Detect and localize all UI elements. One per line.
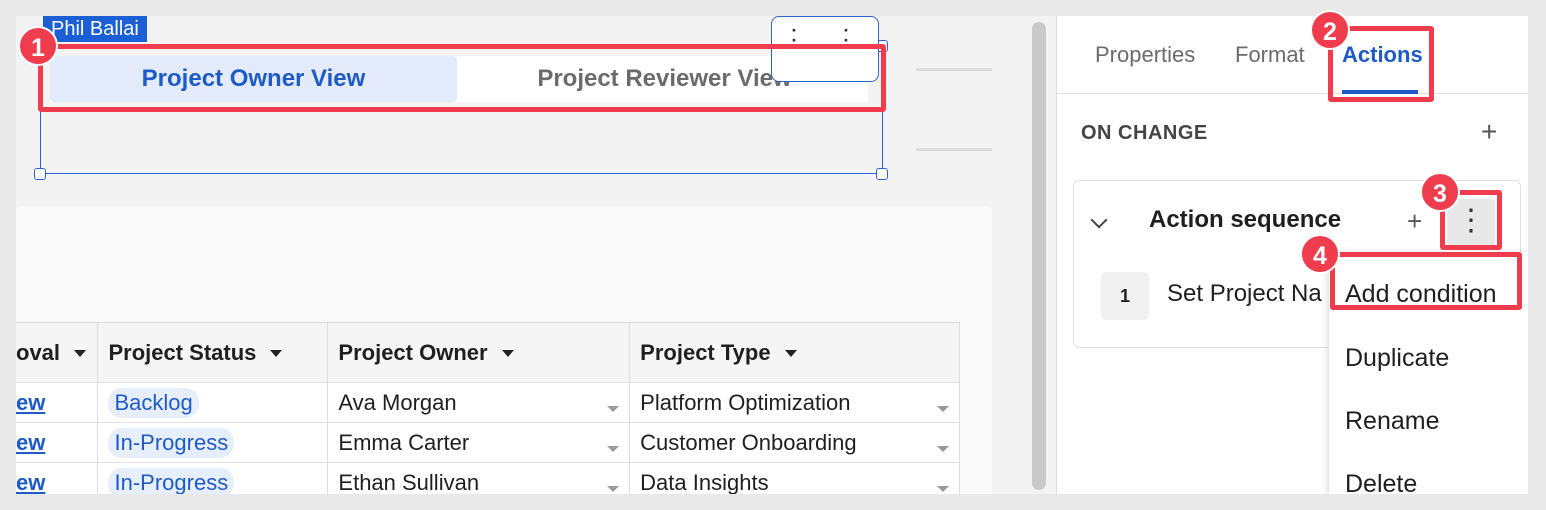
- status-badge: In-Progress: [108, 427, 235, 458]
- owner-cell[interactable]: Ethan Sullivan: [327, 462, 631, 494]
- owner-cell[interactable]: Ava Morgan: [327, 382, 631, 423]
- placeholder-line: [916, 148, 992, 151]
- table-row: ew Backlog Ava Morgan Platform Optimizat…: [16, 382, 960, 423]
- review-link[interactable]: ew: [16, 470, 45, 494]
- resize-handle-br[interactable]: [876, 168, 888, 180]
- status-badge: Backlog: [108, 387, 199, 418]
- annotation-badge-3: 3: [1420, 172, 1460, 212]
- chevron-down-icon[interactable]: [607, 445, 620, 452]
- annotation-box-4: [1330, 252, 1522, 310]
- add-step-icon[interactable]: +: [1407, 206, 1422, 237]
- vertical-scrollbar[interactable]: [1032, 22, 1046, 490]
- panel-tabs: Properties Format Actions: [1057, 16, 1528, 94]
- type-cell[interactable]: Platform Optimization: [629, 382, 960, 423]
- chevron-down-icon[interactable]: [607, 485, 620, 492]
- menu-item-rename[interactable]: Rename: [1345, 407, 1440, 436]
- column-header[interactable]: Project Status: [97, 322, 329, 383]
- status-badge: In-Progress: [108, 467, 235, 494]
- type-cell[interactable]: Data Insights: [629, 462, 960, 494]
- owner-cell[interactable]: Emma Carter: [327, 422, 631, 463]
- review-link[interactable]: ew: [16, 430, 45, 455]
- column-header[interactable]: Project Type: [629, 322, 960, 383]
- review-link[interactable]: ew: [16, 390, 45, 415]
- annotation-badge-1: 1: [18, 26, 58, 66]
- column-header[interactable]: Project Owner: [327, 322, 631, 383]
- placeholder-line: [916, 68, 992, 71]
- annotation-badge-2: 2: [1310, 10, 1350, 50]
- annotation-box-1: [38, 44, 886, 112]
- action-sequence-title: Action sequence: [1149, 206, 1342, 233]
- sort-caret-icon[interactable]: [270, 350, 283, 358]
- menu-item-duplicate[interactable]: Duplicate: [1345, 344, 1449, 373]
- sort-caret-icon[interactable]: [501, 350, 514, 358]
- chevron-down-icon[interactable]: [937, 485, 949, 492]
- chevron-down-icon[interactable]: [607, 405, 620, 412]
- type-cell[interactable]: Customer Onboarding: [629, 422, 960, 463]
- tab-format[interactable]: Format: [1235, 42, 1305, 68]
- table-row: ew In-Progress Ethan Sullivan Data Insig…: [16, 462, 960, 494]
- annotation-badge-4: 4: [1300, 234, 1340, 274]
- step-number: 1: [1101, 272, 1149, 320]
- resize-handle-bl[interactable]: [34, 168, 46, 180]
- sort-caret-icon[interactable]: [784, 350, 797, 358]
- menu-item-delete[interactable]: Delete: [1345, 470, 1417, 494]
- add-action-icon[interactable]: +: [1481, 116, 1497, 148]
- tab-properties[interactable]: Properties: [1095, 42, 1195, 68]
- sort-caret-icon[interactable]: [74, 350, 87, 358]
- project-table: oval Project Status Project Owner Projec…: [16, 322, 960, 494]
- section-title-on-change: ON CHANGE: [1081, 122, 1208, 144]
- step-label[interactable]: Set Project Na: [1167, 280, 1337, 308]
- table-row: ew In-Progress Emma Carter Customer Onbo…: [16, 422, 960, 463]
- chevron-down-icon[interactable]: [937, 405, 949, 412]
- column-header[interactable]: oval: [16, 322, 99, 383]
- chevron-down-icon[interactable]: [937, 445, 949, 452]
- user-presence-tag: Phil Ballai: [43, 16, 147, 42]
